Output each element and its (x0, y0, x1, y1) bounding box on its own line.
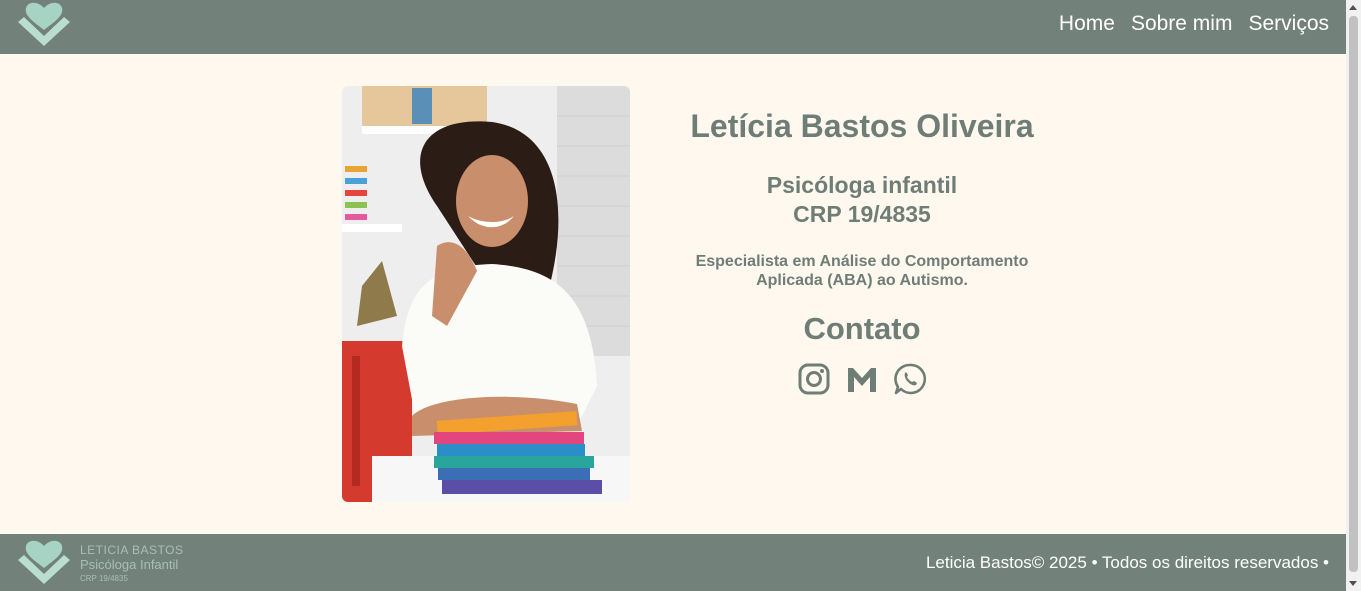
profile-specialty: Especialista em Análise do Comportamento… (695, 253, 1029, 289)
profile-name: Letícia Bastos Oliveira (690, 108, 1034, 144)
heart-logo-icon (18, 540, 70, 584)
scroll-up-arrow-icon[interactable] (1349, 5, 1357, 10)
footer-brand: LETICIA BASTOS Psicóloga Infantil CRP 19… (80, 543, 183, 584)
site-footer: LETICIA BASTOS Psicóloga Infantil CRP 19… (0, 534, 1346, 591)
main-nav: Home Sobre mim Serviços (1059, 10, 1329, 37)
footer-brand-role: Psicóloga Infantil (80, 557, 179, 572)
nav-sobre-mim[interactable]: Sobre mim (1131, 10, 1233, 37)
site-header: Home Sobre mim Serviços (0, 0, 1346, 54)
contact-title: Contato (803, 311, 921, 346)
profile-info: Letícia Bastos Oliveira Psicóloga infant… (662, 104, 1062, 396)
scroll-down-arrow-icon[interactable] (1349, 581, 1357, 586)
profile-role: Psicóloga infantil (766, 172, 958, 198)
profile-photo (342, 86, 630, 502)
instagram-icon[interactable] (797, 362, 831, 396)
gmail-icon[interactable] (845, 362, 879, 396)
contact-icons (662, 362, 1062, 396)
heart-logo-icon[interactable] (12, 0, 76, 50)
footer-brand-crp: CRP 19/4835 (80, 574, 128, 583)
vertical-scrollbar[interactable] (1346, 0, 1361, 591)
scrollbar-thumb[interactable] (1349, 16, 1358, 572)
footer-brand-name: LETICIA BASTOS (80, 543, 184, 557)
nav-home[interactable]: Home (1059, 10, 1115, 37)
whatsapp-icon[interactable] (893, 362, 927, 396)
profile-crp: CRP 19/4835 (793, 201, 931, 227)
nav-servicos[interactable]: Serviços (1248, 10, 1329, 37)
footer-copyright: Leticia Bastos© 2025 • Todos os direitos… (925, 553, 1329, 572)
